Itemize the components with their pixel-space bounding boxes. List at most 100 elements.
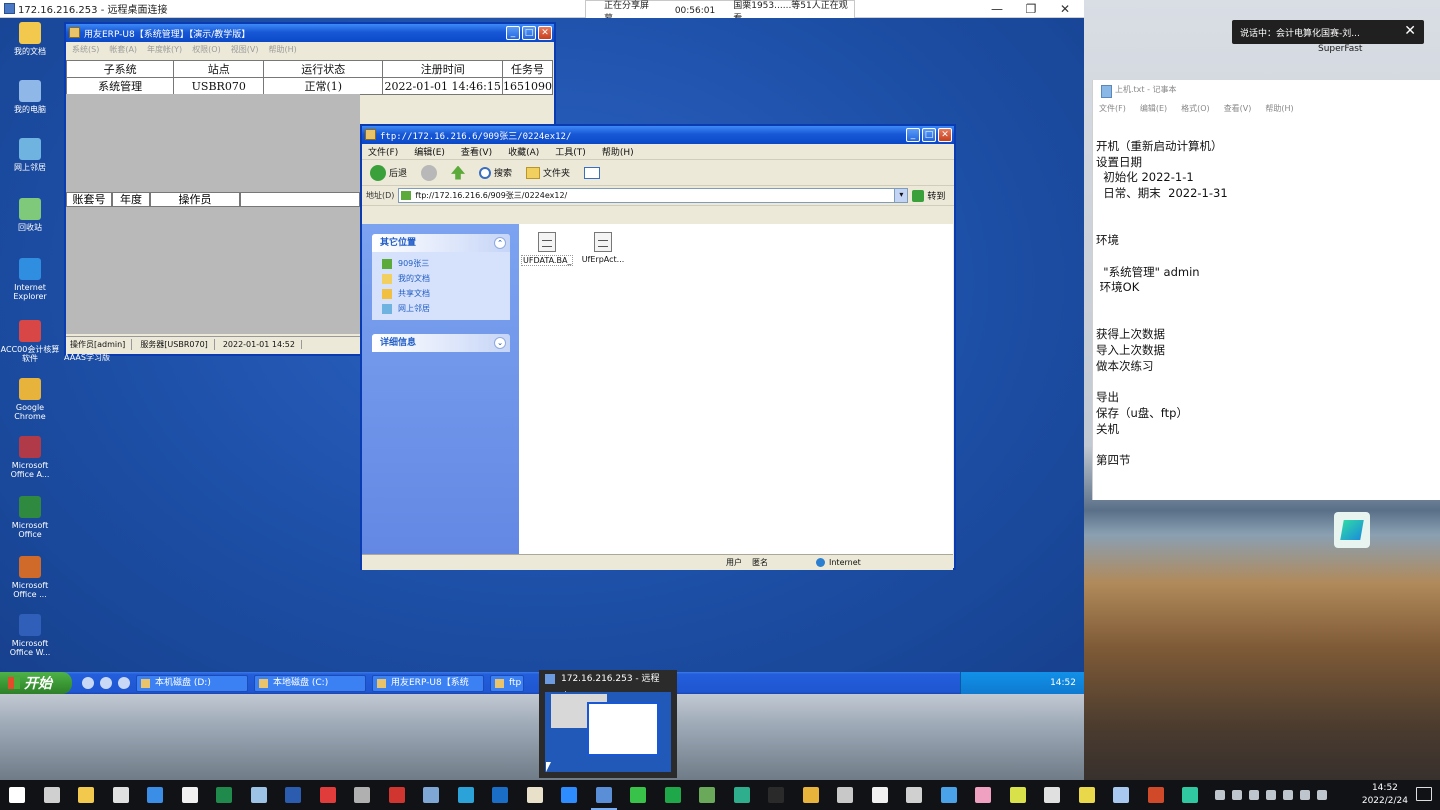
taskbar-button[interactable] bbox=[656, 780, 691, 810]
menu-permission[interactable]: 权限(O) bbox=[192, 44, 221, 55]
menu-view[interactable]: 查看(V) bbox=[1224, 100, 1252, 118]
desktop-icon[interactable]: Google Chrome bbox=[0, 378, 60, 421]
taskbar-button[interactable] bbox=[759, 780, 794, 810]
minimize-icon[interactable]: _ bbox=[506, 26, 520, 40]
taskbar-task[interactable]: 本地磁盘 (C:) bbox=[254, 674, 366, 692]
views-button[interactable] bbox=[580, 165, 604, 181]
taskbar-button[interactable] bbox=[380, 780, 415, 810]
file-item[interactable]: UFDATA.BA_ bbox=[521, 232, 574, 266]
minimize-icon[interactable]: — bbox=[980, 0, 1014, 18]
desktop-icon[interactable]: 我的文档 bbox=[0, 22, 60, 56]
chevron-down-icon[interactable]: ▾ bbox=[894, 189, 908, 202]
taskbar-button[interactable] bbox=[1139, 780, 1174, 810]
taskbar-button[interactable] bbox=[104, 780, 139, 810]
menu-view[interactable]: 视图(V) bbox=[231, 44, 259, 55]
go-button[interactable]: 转到 bbox=[912, 189, 945, 202]
taskbar-button[interactable] bbox=[1035, 780, 1070, 810]
taskbar-button[interactable] bbox=[138, 780, 173, 810]
taskbar-button[interactable] bbox=[587, 780, 622, 810]
taskbar-button[interactable] bbox=[794, 780, 829, 810]
taskbar-button[interactable] bbox=[345, 780, 380, 810]
pen-icon[interactable] bbox=[1317, 790, 1327, 800]
ftp-explorer-window[interactable]: ftp://172.16.216.6/909张三/0224ex12/ _ □ ✕… bbox=[360, 124, 956, 570]
desktop-icon[interactable]: Microsoft Office bbox=[0, 496, 60, 539]
erp-titlebar[interactable]: 用友ERP-U8【系统管理】【演示/教学版】 _ □ ✕ bbox=[66, 24, 554, 42]
desktop-icon[interactable]: Microsoft Office ... bbox=[0, 556, 60, 599]
taskbar-clock[interactable]: 14:52 2022/2/24 bbox=[1362, 782, 1408, 808]
taskbar-button[interactable] bbox=[483, 780, 518, 810]
menu-tools[interactable]: 工具(T) bbox=[555, 145, 586, 158]
taskbar-button[interactable] bbox=[828, 780, 863, 810]
tray-app-icon[interactable] bbox=[1266, 790, 1276, 800]
taskbar-button[interactable] bbox=[690, 780, 725, 810]
close-icon[interactable]: ✕ bbox=[1048, 0, 1082, 18]
taskbar-button[interactable] bbox=[311, 780, 346, 810]
volume-icon[interactable] bbox=[1300, 790, 1310, 800]
ie-quicklaunch-icon[interactable] bbox=[82, 677, 94, 689]
chevron-up-icon[interactable]: ⌃ bbox=[494, 237, 506, 249]
details-header[interactable]: 详细信息 ⌄ bbox=[372, 334, 510, 352]
taskbar-button[interactable] bbox=[276, 780, 311, 810]
desktop-icon[interactable]: Microsoft Office A... bbox=[0, 436, 60, 479]
tray-app-icon[interactable] bbox=[1249, 790, 1259, 800]
remote-desktop-window[interactable]: 172.16.216.253 - 远程桌面连接 — ❐ ✕ 正在分享屏幕 00:… bbox=[0, 0, 1084, 694]
taskbar-button[interactable] bbox=[242, 780, 277, 810]
taskbar-task[interactable]: ftp bbox=[490, 674, 524, 692]
taskbar-button[interactable] bbox=[1070, 780, 1105, 810]
taskbar-button[interactable] bbox=[966, 780, 1001, 810]
desktop-icon[interactable]: 网上邻居 bbox=[0, 138, 60, 172]
address-input[interactable]: ftp://172.16.216.6/909张三/0224ex12/ ▾ bbox=[398, 188, 909, 203]
host-app-icon[interactable] bbox=[1334, 512, 1370, 548]
taskbar-button[interactable] bbox=[449, 780, 484, 810]
taskbar-button[interactable] bbox=[621, 780, 656, 810]
menu-year[interactable]: 年度帐(Y) bbox=[147, 44, 182, 55]
file-item[interactable]: UfErpAct... bbox=[577, 232, 629, 264]
menu-help[interactable]: 帮助(H) bbox=[268, 44, 296, 55]
menu-help[interactable]: 帮助(H) bbox=[602, 145, 634, 158]
place-link[interactable]: 909张三 bbox=[372, 256, 510, 271]
menu-system[interactable]: 系统(S) bbox=[72, 44, 99, 55]
menu-edit[interactable]: 编辑(E) bbox=[414, 145, 445, 158]
taskbar-task[interactable]: 用友ERP-U8【系统 bbox=[372, 674, 484, 692]
notepad-window[interactable]: 上机.txt - 记事本 文件(F) 编辑(E) 格式(O) 查看(V) 帮助(… bbox=[1092, 80, 1440, 500]
restore-icon[interactable]: ❐ bbox=[1014, 0, 1048, 18]
search-button[interactable]: 搜索 bbox=[475, 164, 516, 181]
menu-help[interactable]: 帮助(H) bbox=[1265, 100, 1293, 118]
chevron-down-icon[interactable]: ⌄ bbox=[494, 337, 506, 349]
chevron-up-icon[interactable] bbox=[1215, 790, 1225, 800]
desktop-icon[interactable]: 我的电脑 bbox=[0, 80, 60, 114]
taskbar-button[interactable] bbox=[35, 780, 70, 810]
close-icon[interactable]: ✕ bbox=[938, 128, 952, 142]
media-quicklaunch-icon[interactable] bbox=[118, 677, 130, 689]
taskbar-button[interactable] bbox=[173, 780, 208, 810]
taskbar-button[interactable] bbox=[1001, 780, 1036, 810]
table-row[interactable]: 系统管理 USBR070 正常(1) 2022-01-01 14:46:15 1… bbox=[65, 77, 553, 95]
ftp-titlebar[interactable]: ftp://172.16.216.6/909张三/0224ex12/ _ □ ✕ bbox=[362, 126, 954, 144]
up-folder-button[interactable] bbox=[447, 164, 469, 182]
taskbar-button[interactable] bbox=[69, 780, 104, 810]
menu-view[interactable]: 查看(V) bbox=[461, 145, 492, 158]
taskbar-button[interactable] bbox=[1104, 780, 1139, 810]
taskbar-button[interactable] bbox=[725, 780, 760, 810]
menu-account[interactable]: 帐套(A) bbox=[109, 44, 137, 55]
close-icon[interactable]: ✕ bbox=[1404, 23, 1416, 39]
taskbar-button[interactable] bbox=[414, 780, 449, 810]
minimize-icon[interactable]: _ bbox=[906, 128, 920, 142]
maximize-icon[interactable]: □ bbox=[522, 26, 536, 40]
taskbar-button[interactable] bbox=[0, 780, 35, 810]
desktop-icon[interactable]: Internet Explorer bbox=[0, 258, 60, 301]
menu-format[interactable]: 格式(O) bbox=[1181, 100, 1210, 118]
folders-button[interactable]: 文件夹 bbox=[522, 164, 574, 181]
place-link[interactable]: 共享文档 bbox=[372, 286, 510, 301]
notepad-text-area[interactable]: 开机（重新启动计算机） 设置日期 初始化 2022-1-1 日常、期末 2022-… bbox=[1093, 134, 1440, 494]
maximize-icon[interactable]: □ bbox=[922, 128, 936, 142]
place-link[interactable]: 我的文档 bbox=[372, 271, 510, 286]
notification-icon[interactable] bbox=[1416, 787, 1432, 801]
back-button[interactable]: 后退 bbox=[366, 163, 411, 183]
forward-button[interactable] bbox=[417, 163, 441, 183]
taskbar-button[interactable] bbox=[552, 780, 587, 810]
taskbar-button[interactable] bbox=[518, 780, 553, 810]
taskbar-button[interactable] bbox=[207, 780, 242, 810]
close-icon[interactable]: ✕ bbox=[538, 26, 552, 40]
menu-favorites[interactable]: 收藏(A) bbox=[508, 145, 539, 158]
